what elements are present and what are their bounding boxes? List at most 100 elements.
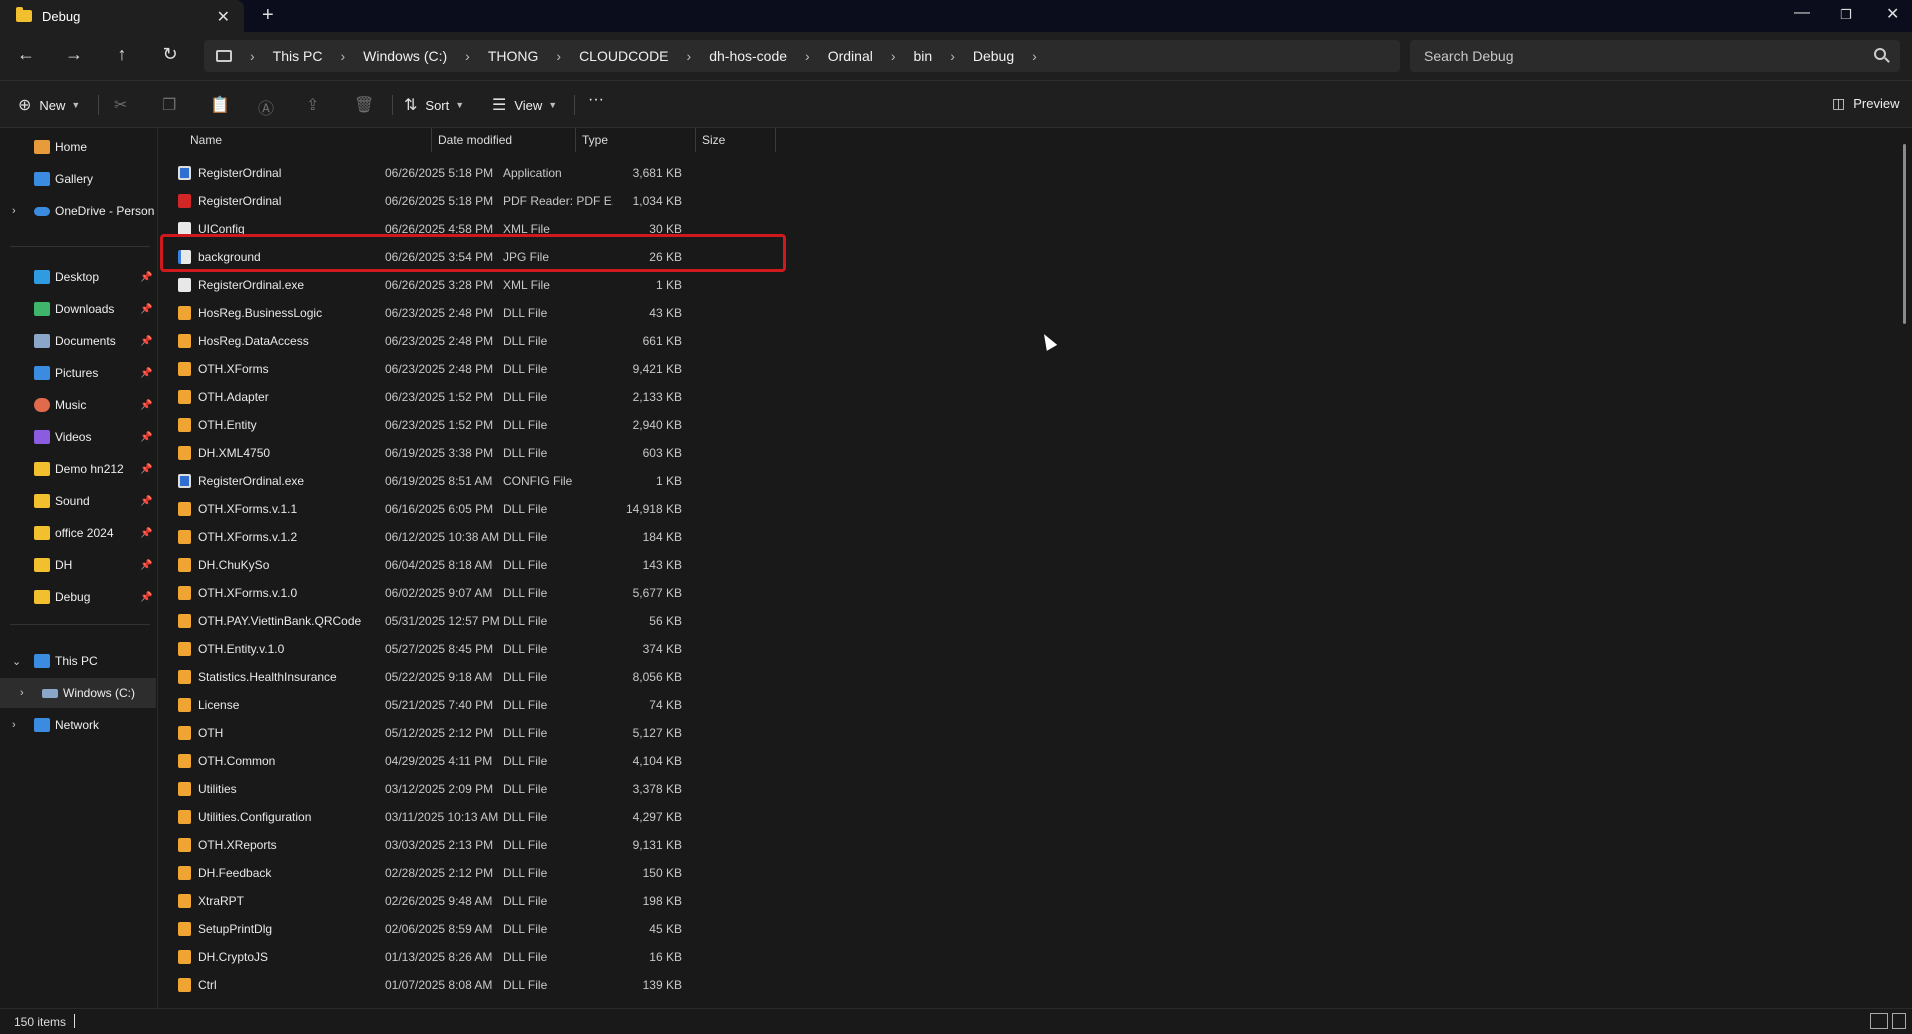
forward-button[interactable]: →: [62, 44, 86, 65]
preview-button[interactable]: ◫ Preview: [1832, 95, 1899, 112]
tiles-view-button[interactable]: [1892, 1013, 1906, 1029]
refresh-button[interactable]: ↻: [158, 44, 182, 65]
address-bar[interactable]: › This PC › Windows (C:) › THONG › CLOUD…: [204, 40, 1400, 72]
delete-button[interactable]: 🗑: [354, 95, 382, 115]
sidebar-item-dh[interactable]: DH 📌: [0, 550, 156, 580]
breadcrumb-ordinal[interactable]: Ordinal: [828, 48, 873, 64]
file-row[interactable]: Utilities.Configuration 03/11/2025 10:13 …: [174, 802, 934, 830]
file-row[interactable]: OTH.XForms.v.1.0 06/02/2025 9:07 AM DLL Fi…: [174, 578, 934, 606]
more-options-button[interactable]: ···: [588, 91, 604, 109]
breadcrumb-separator[interactable]: ›: [465, 48, 470, 64]
close-window-button[interactable]: ✕: [1886, 4, 1899, 24]
sidebar-item-music[interactable]: Music 📌: [0, 390, 156, 420]
file-row[interactable]: License 05/21/2025 7:40 PM DLL File 74 KB: [174, 690, 934, 718]
search-box[interactable]: [1410, 40, 1900, 72]
breadcrumb-separator[interactable]: ›: [687, 48, 692, 64]
file-row[interactable]: OTH.Entity 06/23/2025 1:52 PM DLL File 2,94…: [174, 410, 934, 438]
file-row[interactable]: UIConfig 06/26/2025 4:58 PM XML File 30 KB: [174, 214, 934, 242]
file-row[interactable]: OTH 05/12/2025 2:12 PM DLL File 5,127 KB: [174, 718, 934, 746]
chevron-right-icon[interactable]: ›: [20, 687, 24, 699]
file-row[interactable]: background 06/26/2025 3:54 PM JPG File 26 K…: [174, 242, 934, 270]
file-row[interactable]: DH.CryptoJS 01/13/2025 8:26 AM DLL File 16 …: [174, 942, 934, 970]
file-row[interactable]: OTH.Common 04/29/2025 4:11 PM DLL File 4,10…: [174, 746, 934, 774]
breadcrumb-this-pc[interactable]: This PC: [273, 48, 323, 64]
column-header-type[interactable]: Type: [576, 128, 696, 152]
column-header-date[interactable]: Date modified: [432, 128, 576, 152]
file-row[interactable]: DH.Feedback 02/28/2025 2:12 PM DLL File 150…: [174, 858, 934, 886]
breadcrumb-debug[interactable]: Debug: [973, 48, 1014, 64]
file-row[interactable]: Utilities 03/12/2025 2:09 PM DLL File 3,378…: [174, 774, 934, 802]
cut-button[interactable]: ✂: [114, 95, 135, 115]
file-row[interactable]: OTH.XForms 06/23/2025 2:48 PM DLL File 9,42…: [174, 354, 934, 382]
sidebar-item-videos[interactable]: Videos 📌: [0, 422, 156, 452]
sidebar-item-onedrive[interactable]: › OneDrive - Persona: [0, 196, 156, 226]
file-row[interactable]: OTH.XForms.v.1.1 06/16/2025 6:05 PM DLL Fi…: [174, 494, 934, 522]
tab-debug[interactable]: Debug ✕: [0, 0, 244, 32]
file-row[interactable]: SetupPrintDlg 02/06/2025 8:59 AM DLL File 4…: [174, 914, 934, 942]
sidebar-item-downloads[interactable]: Downloads 📌: [0, 294, 156, 324]
breadcrumb-cloudcode[interactable]: CLOUDCODE: [579, 48, 668, 64]
scrollbar[interactable]: [1903, 144, 1906, 324]
file-row[interactable]: OTH.XReports 03/03/2025 2:13 PM DLL File 9,…: [174, 830, 934, 858]
sidebar-item-home[interactable]: Home: [0, 132, 156, 162]
maximize-button[interactable]: ❐: [1840, 7, 1852, 23]
breadcrumb-windows-c[interactable]: Windows (C:): [363, 48, 447, 64]
up-button[interactable]: ↑: [110, 44, 134, 65]
sort-button[interactable]: ⇅ Sort ▼: [404, 95, 464, 115]
file-row[interactable]: Ctrl 01/07/2025 8:08 AM DLL File 139 KB: [174, 970, 934, 998]
file-row[interactable]: HosReg.DataAccess 06/23/2025 2:48 PM DLL F…: [174, 326, 934, 354]
sidebar-item-gallery[interactable]: Gallery: [0, 164, 156, 194]
file-row[interactable]: XtraRPT 02/26/2025 9:48 AM DLL File 198 KB: [174, 886, 934, 914]
breadcrumb-separator[interactable]: ›: [805, 48, 810, 64]
sidebar-item-network[interactable]: › Network: [0, 710, 156, 740]
minimize-button[interactable]: —: [1794, 4, 1810, 22]
chevron-right-icon[interactable]: ›: [12, 719, 16, 731]
file-row[interactable]: HosReg.BusinessLogic 06/23/2025 2:48 PM DL…: [174, 298, 934, 326]
file-row[interactable]: OTH.Entity.v.1.0 05/27/2025 8:45 PM DLL Fi…: [174, 634, 934, 662]
breadcrumb-separator[interactable]: ›: [1032, 48, 1037, 64]
details-view-button[interactable]: [1870, 1013, 1888, 1029]
search-icon[interactable]: [1874, 48, 1886, 60]
new-button[interactable]: ⊕ New ▼: [18, 95, 80, 115]
file-row[interactable]: OTH.PAY.ViettinBank.QRCode 05/31/2025 12:…: [174, 606, 934, 634]
share-button[interactable]: ⇪: [306, 95, 327, 115]
breadcrumb-separator[interactable]: ›: [950, 48, 955, 64]
sidebar-item-desktop[interactable]: Desktop 📌: [0, 262, 156, 292]
rename-button[interactable]: Ⓐ: [258, 95, 282, 119]
sidebar-item-pictures[interactable]: Pictures 📌: [0, 358, 156, 388]
file-row[interactable]: RegisterOrdinal 06/26/2025 5:18 PM Applica…: [174, 158, 934, 186]
column-header-size[interactable]: Size: [696, 128, 776, 152]
file-row[interactable]: OTH.Adapter 06/23/2025 1:52 PM DLL File 2,1…: [174, 382, 934, 410]
paste-button[interactable]: 📋: [210, 95, 238, 115]
breadcrumb-thong[interactable]: THONG: [488, 48, 539, 64]
sidebar-item-this-pc[interactable]: ⌄ This PC: [0, 646, 156, 676]
file-row[interactable]: RegisterOrdinal.exe 06/26/2025 3:28 PM XML…: [174, 270, 934, 298]
search-input[interactable]: [1424, 48, 1864, 64]
file-row[interactable]: Statistics.HealthInsurance 05/22/2025 9:1…: [174, 662, 934, 690]
new-tab-button[interactable]: +: [262, 4, 274, 27]
breadcrumb-separator[interactable]: ›: [556, 48, 561, 64]
file-row[interactable]: RegisterOrdinal.exe 06/19/2025 8:51 AM CON…: [174, 466, 934, 494]
back-button[interactable]: ←: [14, 44, 38, 65]
column-header-name[interactable]: Name: [184, 128, 432, 152]
sidebar-item-sound[interactable]: Sound 📌: [0, 486, 156, 516]
file-name: Utilities: [198, 782, 237, 796]
sidebar-item-windows-c[interactable]: › Windows (C:): [0, 678, 156, 708]
breadcrumb-separator[interactable]: ›: [340, 48, 345, 64]
chevron-down-icon[interactable]: ⌄: [12, 655, 21, 668]
close-tab-icon[interactable]: ✕: [217, 7, 230, 27]
file-row[interactable]: RegisterOrdinal 06/26/2025 5:18 PM PDF Rea…: [174, 186, 934, 214]
view-button[interactable]: ☰ View ▼: [492, 95, 557, 115]
breadcrumb-bin[interactable]: bin: [914, 48, 933, 64]
file-row[interactable]: DH.ChuKySo 06/04/2025 8:18 AM DLL File 143 …: [174, 550, 934, 578]
breadcrumb-dh-hos-code[interactable]: dh-hos-code: [709, 48, 787, 64]
sidebar-item-documents[interactable]: Documents 📌: [0, 326, 156, 356]
copy-button[interactable]: ❐: [162, 95, 184, 115]
sidebar-item-debug[interactable]: Debug 📌: [0, 582, 156, 612]
sidebar-item-office-2024[interactable]: office 2024 📌: [0, 518, 156, 548]
chevron-right-icon[interactable]: ›: [12, 205, 16, 217]
breadcrumb-separator[interactable]: ›: [891, 48, 896, 64]
sidebar-item-demo-hn212[interactable]: Demo hn212 📌: [0, 454, 156, 484]
file-row[interactable]: OTH.XForms.v.1.2 06/12/2025 10:38 AM DLL F…: [174, 522, 934, 550]
file-row[interactable]: DH.XML4750 06/19/2025 3:38 PM DLL File 603 …: [174, 438, 934, 466]
